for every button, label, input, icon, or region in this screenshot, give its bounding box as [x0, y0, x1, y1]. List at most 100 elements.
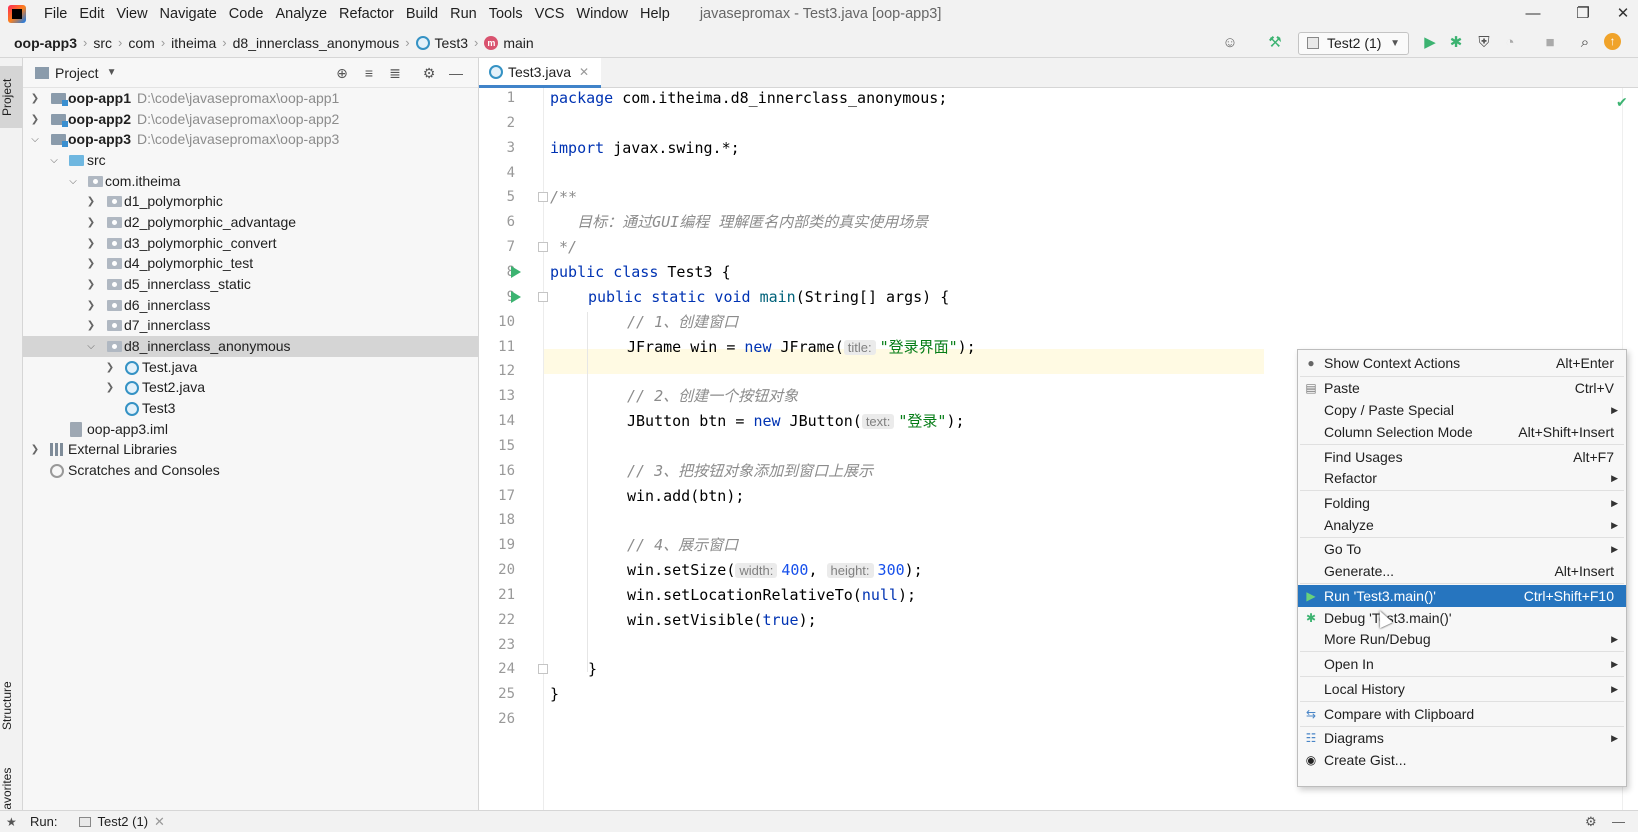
menu-navigate[interactable]: Navigate: [154, 0, 223, 28]
tree-item-oop-app1[interactable]: ❯ oop-app1 D:\code\javasepromax\oop-app1: [23, 88, 478, 109]
close-tab-icon[interactable]: ✕: [579, 65, 589, 79]
breadcrumb-class[interactable]: Test3: [412, 35, 472, 51]
tree-item-test2-java[interactable]: ❯ Test2.java: [23, 377, 478, 398]
inspection-ok-icon[interactable]: ✔: [1616, 94, 1628, 111]
user-icon[interactable]: ☺: [1220, 33, 1240, 53]
hide-panel-icon[interactable]: —: [447, 64, 465, 82]
chevron-right-icon[interactable]: ❯: [29, 88, 41, 109]
chevron-down-icon[interactable]: ⌵: [85, 336, 97, 357]
breadcrumb-com[interactable]: com: [124, 35, 158, 51]
menu-item-find-usages[interactable]: Find Usages Alt+F7: [1298, 446, 1626, 468]
chevron-right-icon[interactable]: ❯: [85, 191, 97, 212]
menu-item-refactor[interactable]: Refactor ▶: [1298, 467, 1626, 489]
menu-item-debug-main[interactable]: ✱ Debug 'Test3.main()': [1298, 607, 1626, 629]
close-tab-icon[interactable]: ✕: [154, 814, 165, 830]
menu-analyze[interactable]: Analyze: [269, 0, 333, 28]
menu-item-show-context-actions[interactable]: ● Show Context Actions Alt+Enter: [1298, 352, 1626, 374]
menu-help[interactable]: Help: [634, 0, 676, 28]
tree-item-test3[interactable]: Test3: [23, 398, 478, 419]
chevron-right-icon[interactable]: ❯: [85, 295, 97, 316]
tree-item-src[interactable]: ⌵ src: [23, 150, 478, 171]
run-configuration-selector[interactable]: Test2 (1) ▼: [1298, 32, 1409, 55]
menu-item-analyze[interactable]: Analyze ▶: [1298, 514, 1626, 536]
breadcrumb-itheima[interactable]: itheima: [167, 35, 220, 51]
tree-item-com-itheima[interactable]: ⌵ com.itheima: [23, 171, 478, 192]
chevron-down-icon[interactable]: ▼: [107, 67, 117, 78]
chevron-right-icon[interactable]: ❯: [29, 439, 41, 460]
tree-item-d2[interactable]: ❯ d2_polymorphic_advantage: [23, 212, 478, 233]
fold-icon[interactable]: [538, 192, 548, 202]
gear-icon[interactable]: ⚙: [420, 64, 438, 82]
menu-view[interactable]: View: [110, 0, 153, 28]
hide-panel-icon[interactable]: —: [1612, 814, 1625, 829]
menu-tools[interactable]: Tools: [483, 0, 529, 28]
coverage-icon[interactable]: ⛨: [1474, 33, 1494, 53]
menu-item-local-history[interactable]: Local History ▶: [1298, 678, 1626, 700]
fold-icon[interactable]: [538, 664, 548, 674]
breadcrumb-method[interactable]: m main: [480, 35, 537, 51]
menu-refactor[interactable]: Refactor: [333, 0, 400, 28]
menu-item-go-to[interactable]: Go To ▶: [1298, 538, 1626, 560]
tree-item-d4[interactable]: ❯ d4_polymorphic_test: [23, 253, 478, 274]
breadcrumb-project[interactable]: oop-app3: [10, 35, 81, 51]
menu-item-create-gist[interactable]: ◉ Create Gist...: [1298, 749, 1626, 771]
menu-item-compare-clipboard[interactable]: ⇆ Compare with Clipboard: [1298, 703, 1626, 725]
stop-icon[interactable]: ■: [1540, 33, 1560, 53]
menu-run[interactable]: Run: [444, 0, 483, 28]
chevron-down-icon[interactable]: ⌵: [29, 129, 41, 150]
menu-item-column-selection-mode[interactable]: Column Selection Mode Alt+Shift+Insert: [1298, 421, 1626, 443]
chevron-down-icon[interactable]: ⌵: [67, 171, 79, 192]
tree-item-d6[interactable]: ❯ d6_innerclass: [23, 295, 478, 316]
menu-window[interactable]: Window: [570, 0, 634, 28]
tree-item-test-java[interactable]: ❯ Test.java: [23, 357, 478, 378]
tab-test3-java[interactable]: Test3.java ✕: [479, 58, 602, 88]
menu-item-run-main[interactable]: ▶ Run 'Test3.main()' Ctrl+Shift+F10: [1298, 585, 1626, 607]
menu-item-diagrams[interactable]: ☷ Diagrams ▶: [1298, 727, 1626, 749]
tree-item-d8[interactable]: ⌵ d8_innerclass_anonymous: [23, 336, 478, 357]
run-gutter-icon[interactable]: [511, 266, 521, 278]
breadcrumb-package[interactable]: d8_innerclass_anonymous: [229, 35, 404, 51]
menu-code[interactable]: Code: [223, 0, 270, 28]
menu-vcs[interactable]: VCS: [529, 0, 571, 28]
close-window-icon[interactable]: ✕: [1600, 0, 1638, 28]
menu-item-folding[interactable]: Folding ▶: [1298, 492, 1626, 514]
run-gutter-icon[interactable]: [511, 291, 521, 303]
menu-item-generate[interactable]: Generate... Alt+Insert: [1298, 560, 1626, 582]
chevron-right-icon[interactable]: ❯: [85, 253, 97, 274]
profile-icon[interactable]: ◔: [1500, 33, 1520, 53]
tree-item-external-libraries[interactable]: ❯ External Libraries: [23, 439, 478, 460]
tree-item-oop-app3[interactable]: ⌵ oop-app3 D:\code\javasepromax\oop-app3: [23, 129, 478, 150]
tree-item-d5[interactable]: ❯ d5_innerclass_static: [23, 274, 478, 295]
chevron-right-icon[interactable]: ❯: [85, 212, 97, 233]
chevron-right-icon[interactable]: ❯: [85, 274, 97, 295]
tree-item-oop-app2[interactable]: ❯ oop-app2 D:\code\javasepromax\oop-app2: [23, 109, 478, 130]
structure-tool-tab[interactable]: Structure: [0, 670, 23, 742]
tree-item-iml[interactable]: oop-app3.iml: [23, 419, 478, 440]
fold-icon[interactable]: [538, 242, 548, 252]
run-tab-test2[interactable]: Test2 (1) ✕: [79, 814, 165, 830]
project-view-title[interactable]: Project: [55, 65, 99, 81]
update-icon[interactable]: ↑: [1604, 33, 1621, 50]
tree-item-d7[interactable]: ❯ d7_innerclass: [23, 315, 478, 336]
tree-item-scratches[interactable]: Scratches and Consoles: [23, 460, 478, 481]
locate-file-icon[interactable]: ⊕: [333, 64, 351, 82]
run-icon[interactable]: ▶: [1420, 33, 1440, 53]
tree-item-d3[interactable]: ❯ d3_polymorphic_convert: [23, 233, 478, 254]
menu-item-more-run-debug[interactable]: More Run/Debug ▶: [1298, 628, 1626, 650]
debug-icon[interactable]: ✱: [1446, 33, 1466, 53]
chevron-down-icon[interactable]: ⌵: [48, 150, 60, 171]
tree-item-d1[interactable]: ❯ d1_polymorphic: [23, 191, 478, 212]
build-hammer-icon[interactable]: ⚒: [1265, 33, 1285, 53]
menu-build[interactable]: Build: [400, 0, 444, 28]
menu-file[interactable]: File: [38, 0, 73, 28]
chevron-right-icon[interactable]: ❯: [104, 377, 116, 398]
minimize-icon[interactable]: —: [1510, 0, 1556, 28]
chevron-right-icon[interactable]: ❯: [85, 233, 97, 254]
chevron-right-icon[interactable]: ❯: [85, 315, 97, 336]
menu-item-open-in[interactable]: Open In ▶: [1298, 653, 1626, 675]
search-icon[interactable]: ⌕: [1575, 33, 1595, 53]
expand-all-icon[interactable]: ≡: [360, 64, 378, 82]
chevron-right-icon[interactable]: ❯: [104, 357, 116, 378]
fold-icon[interactable]: [538, 292, 548, 302]
collapse-all-icon[interactable]: ≣: [386, 64, 404, 82]
